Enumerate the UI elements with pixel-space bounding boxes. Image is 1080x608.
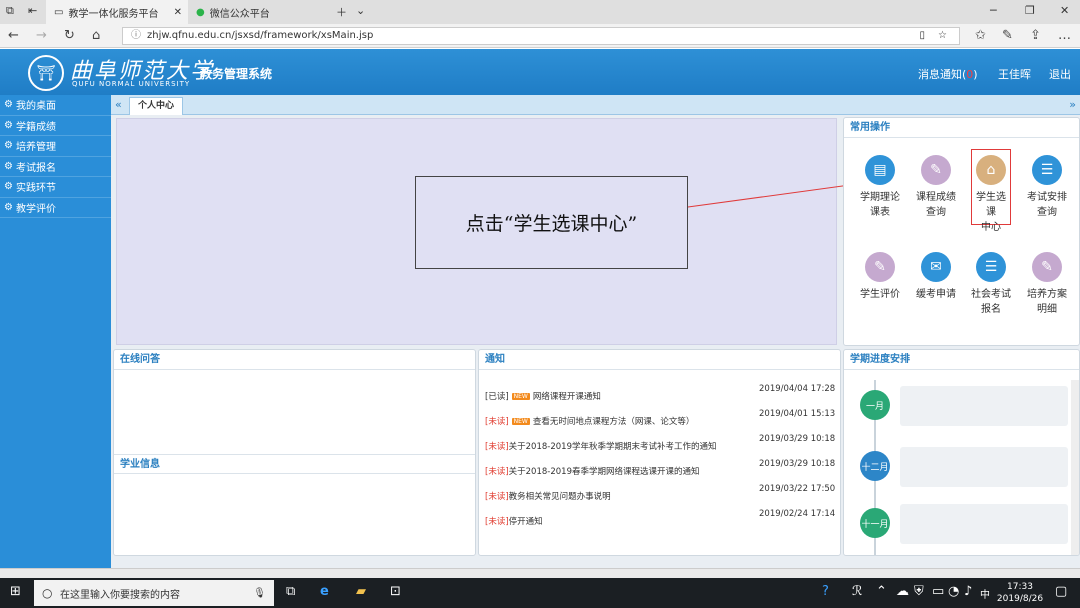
notice-text[interactable]: 关于2018-2019春季学期网络课程选课开课的通知 (509, 465, 700, 477)
op-label: 培养方案 (1027, 289, 1067, 300)
ime-language[interactable]: 中 (980, 586, 990, 601)
notices-panel: 通知 [已读] NEW 网络课程开课通知 2019/04/04 17:28 [未读] NE… (478, 349, 841, 556)
month-marker: 十一月 (860, 508, 890, 538)
search-circle-icon: ○ (42, 586, 53, 600)
volume-icon[interactable]: ♪ (964, 584, 972, 599)
op-6-button[interactable]: ☰ 社会考试报名 (961, 252, 1021, 317)
op-3-button[interactable]: ☰ 考试安排查询 (1017, 155, 1077, 220)
notices-title: 通知 (479, 350, 840, 370)
task-view-icon[interactable]: ⧉ (286, 584, 295, 599)
file-explorer-icon[interactable]: ▰ (356, 584, 366, 599)
op-label: 学生评价 (860, 289, 900, 300)
help-icon[interactable]: ? (822, 584, 829, 599)
search-placeholder: 在这里输入你要搜索的内容 (60, 589, 180, 601)
notice-date: 2019/03/22 17:50 (759, 484, 836, 494)
notice-status: [未读] (485, 467, 509, 477)
notice-status: [未读] (485, 492, 509, 502)
month-marker: 一月 (860, 390, 890, 420)
mail-icon: ✉ (921, 252, 951, 282)
notice-status: [未读] (485, 517, 509, 527)
op-label: 考试安排 (1027, 192, 1067, 203)
op-2-button[interactable]: ⌂ 学生选课中心 (971, 149, 1011, 233)
qa-panel: 在线问答 学业信息 (113, 349, 476, 556)
op-5-button[interactable]: ✉ 缓考申请 (906, 252, 966, 302)
notice-text[interactable]: 网络课程开课通知 (533, 390, 601, 402)
month-marker: 十二月 (860, 451, 890, 481)
common-ops-title: 常用操作 (844, 118, 1079, 138)
notice-date: 2019/04/01 15:13 (759, 409, 836, 419)
op-label: 社会考试 (971, 289, 1011, 300)
system-clock[interactable]: 17:33 2019/8/26 (995, 581, 1045, 605)
schedule-scrollbar[interactable] (1071, 380, 1079, 555)
notice-date: 2019/03/29 10:18 (759, 434, 836, 444)
schedule-panel: 学期进度安排 一月十二月十一月 (843, 349, 1080, 556)
windows-start-icon[interactable]: ⊞ (10, 584, 21, 599)
op-label: 报名 (981, 304, 1001, 315)
op-label: 中心 (981, 222, 1001, 233)
op-1-button[interactable]: ✎ 课程成绩查询 (906, 155, 966, 220)
pen-icon: ✎ (865, 252, 895, 282)
notice-date: 2019/04/04 17:28 (759, 384, 836, 394)
edge-browser-icon[interactable]: e (320, 584, 329, 599)
chevron-up-icon[interactable]: ⌃ (876, 584, 887, 599)
new-badge: NEW (511, 392, 530, 400)
month-card (900, 386, 1068, 426)
notice-date: 2019/02/24 17:14 (759, 509, 836, 519)
op-label: 课程成绩 (916, 192, 956, 203)
battery-icon[interactable]: ▭ (932, 584, 944, 599)
op-4-button[interactable]: ✎ 学生评价 (850, 252, 910, 302)
month-card (900, 447, 1068, 487)
pen-icon: ✎ (921, 155, 951, 185)
notice-date: 2019/03/29 10:18 (759, 459, 836, 469)
notice-status: [未读] (485, 442, 509, 452)
op-label: 查询 (1037, 207, 1057, 218)
cloud-icon[interactable]: ☁ (896, 584, 909, 599)
notice-status: [未读] (485, 417, 509, 427)
op-label: 明细 (1037, 304, 1057, 315)
notification-center-icon[interactable]: ▢ (1055, 584, 1067, 599)
clock-time: 17:33 (1007, 582, 1033, 592)
notice-text[interactable]: 关于2018-2019学年秋季学期期末考试补考工作的通知 (509, 440, 717, 452)
store-icon[interactable]: ⊡ (390, 584, 401, 599)
op-label: 学生选课 (976, 192, 1006, 218)
windows-taskbar: ⊞ ○ 在这里输入你要搜索的内容 🎙 ⧉ e ▰ ⊡ ? ℛ ⌃ ☁ ⛨ ▭ ◔… (0, 578, 1080, 608)
microphone-icon[interactable]: 🎙 (253, 588, 266, 599)
op-label: 查询 (926, 207, 946, 218)
horizontal-scrollbar[interactable] (0, 568, 1080, 578)
notice-status: [已读] (485, 392, 509, 402)
op-label: 缓考申请 (916, 289, 956, 300)
notice-text[interactable]: 停开通知 (509, 515, 543, 527)
op-7-button[interactable]: ✎ 培养方案明细 (1017, 252, 1077, 317)
new-badge: NEW (511, 417, 530, 425)
notice-text[interactable]: 查看无时间地点课程方法（网课、论文等） (533, 415, 695, 427)
list-icon: ☰ (976, 252, 1006, 282)
op-0-button[interactable]: ▤ 学期理论课表 (850, 155, 910, 220)
notice-text[interactable]: 教务相关常见问题办事说明 (509, 490, 611, 502)
clock-date: 2019/8/26 (996, 594, 1044, 604)
schedule-title: 学期进度安排 (844, 350, 1079, 370)
op-label: 课表 (870, 207, 890, 218)
op-label: 学期理论 (860, 192, 900, 203)
people-icon[interactable]: ℛ (852, 584, 862, 599)
month-card (900, 504, 1068, 544)
qa-title: 在线问答 (114, 350, 475, 370)
building-icon: ⌂ (976, 155, 1006, 185)
shield-icon[interactable]: ⛨ (914, 584, 924, 599)
pen-icon: ✎ (1032, 252, 1062, 282)
calendar-icon: ▤ (865, 155, 895, 185)
list-icon: ☰ (1032, 155, 1062, 185)
wifi-icon[interactable]: ◔ (948, 584, 959, 599)
taskbar-search-input[interactable]: ○ 在这里输入你要搜索的内容 🎙 (34, 580, 274, 606)
academic-info-title: 学业信息 (114, 454, 475, 474)
